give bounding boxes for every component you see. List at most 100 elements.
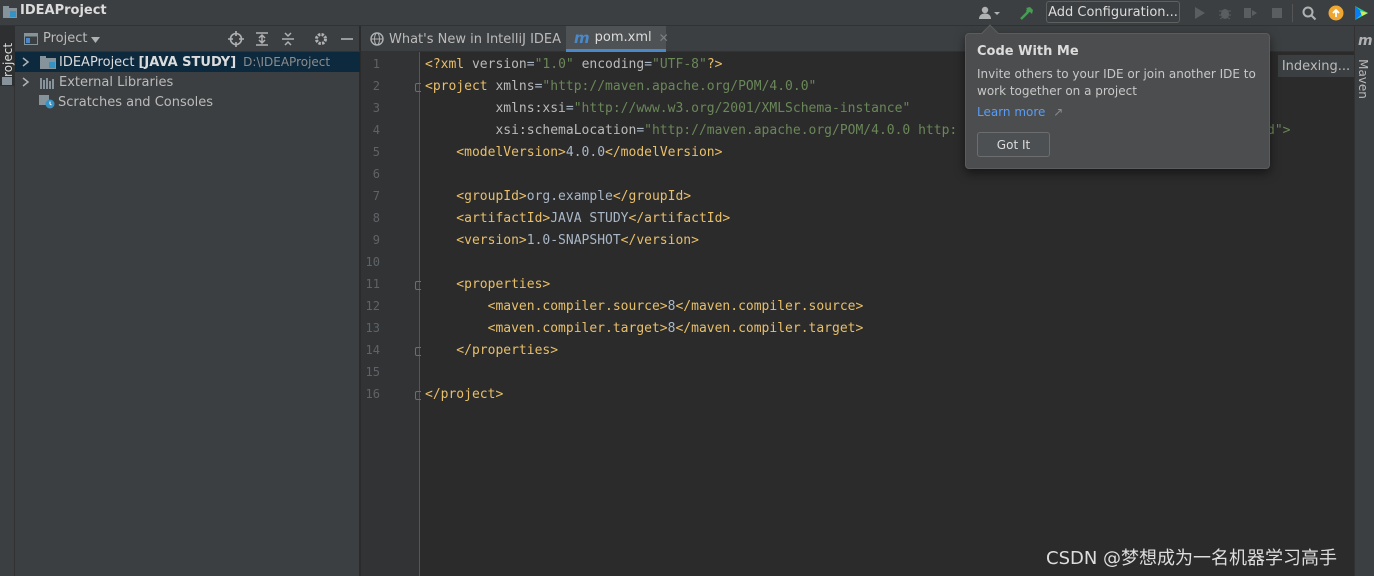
watermark: CSDN @梦想成为一名机器学习高手 <box>1046 548 1338 569</box>
code-token: </maven.compiler.target> <box>675 321 864 336</box>
project-panel-header: Project <box>15 26 360 52</box>
maven-tool-button[interactable]: Maven <box>1356 54 1370 104</box>
code-token: </maven.compiler.source> <box>675 299 864 314</box>
stop-button[interactable] <box>1267 3 1287 23</box>
toolbox-button[interactable] <box>1351 3 1371 23</box>
line-number: 3 <box>372 101 380 115</box>
updates-button[interactable] <box>1326 3 1346 23</box>
tree-item-scratches[interactable]: Scratches and Consoles <box>15 92 360 112</box>
code-line: <modelVersion>4.0.0</modelVersion> <box>425 145 722 160</box>
right-tool-stripe: m Maven <box>1354 26 1374 576</box>
toolbar-divider <box>1292 4 1293 22</box>
code-token: org.example <box>526 189 613 204</box>
code-token: <maven.compiler.source> <box>425 299 668 314</box>
line-number: 8 <box>372 211 380 225</box>
library-icon <box>40 77 54 89</box>
code-token: version <box>471 57 527 72</box>
tab-pom-xml[interactable]: m pom.xml ✕ <box>566 26 669 52</box>
popup-body: Invite others to your IDE or join anothe… <box>977 67 1256 98</box>
code-token: xsi:schemaLocation <box>425 123 637 138</box>
indexing-status: Indexing... <box>1278 55 1354 77</box>
title-bar: IDEAProject Add Configuration... <box>0 0 1374 26</box>
chevron-right-icon[interactable] <box>22 77 30 87</box>
locate-icon[interactable] <box>228 31 244 47</box>
gear-icon[interactable] <box>313 31 329 47</box>
hide-icon[interactable] <box>340 31 354 47</box>
code-with-me-popup: Code With Me Invite others to your IDE o… <box>965 24 1270 169</box>
got-it-button[interactable]: Got It <box>977 132 1050 157</box>
code-token: </properties> <box>425 343 559 358</box>
module-name: [JAVA STUDY] <box>138 54 237 70</box>
code-with-me-button[interactable] <box>976 3 1002 23</box>
code-token: "http://maven.apache.org/POM/4.0.0" <box>542 79 817 94</box>
line-number: 2 <box>372 79 380 93</box>
chevron-right-icon[interactable] <box>22 57 30 67</box>
code-line: xmlns:xsi="http://www.w3.org/2001/XMLSch… <box>425 101 910 116</box>
add-configuration-button[interactable]: Add Configuration... <box>1046 1 1180 23</box>
line-number: 10 <box>365 255 380 269</box>
tree-item-root-project[interactable]: IDEAProject [JAVA STUDY] D:\IDEAProject <box>15 52 360 72</box>
tree-item-label: IDEAProject <box>59 54 135 70</box>
module-folder-icon <box>40 55 56 69</box>
tab-whats-new[interactable]: What's New in IntelliJ IDEA <box>361 26 566 52</box>
toolbox-icon <box>1355 6 1368 20</box>
code-token: = <box>526 57 535 72</box>
project-view-dropdown[interactable]: Project <box>43 31 87 46</box>
line-number: 11 <box>365 277 380 291</box>
code-token: <version> <box>425 233 527 248</box>
search-everywhere-button[interactable] <box>1299 3 1319 23</box>
expand-all-icon[interactable] <box>254 31 270 47</box>
tree-item-external-libraries[interactable]: External Libraries <box>15 72 360 92</box>
line-number: 7 <box>372 189 380 203</box>
debug-icon <box>1219 9 1231 20</box>
code-token: JAVA STUDY <box>550 211 629 226</box>
code-token: <artifactId> <box>425 211 551 226</box>
line-number: 14 <box>365 343 380 357</box>
code-token: = <box>565 101 574 116</box>
code-line: <maven.compiler.target>8</maven.compiler… <box>425 321 864 336</box>
debug-button[interactable] <box>1215 3 1235 23</box>
code-token: <project <box>425 79 496 94</box>
line-number: 16 <box>365 387 380 401</box>
close-icon[interactable]: ✕ <box>659 31 669 45</box>
code-token: </artifactId> <box>628 211 731 226</box>
code-token: <properties> <box>425 277 551 292</box>
code-line: </project> <box>425 387 503 402</box>
stop-icon <box>1272 8 1282 18</box>
code-token: "http://maven.apache.org/POM/4.0.0 http: <box>644 123 958 138</box>
code-token: <groupId> <box>425 189 527 204</box>
code-token: <modelVersion> <box>425 145 566 160</box>
code-token: </modelVersion> <box>605 145 723 160</box>
external-link-icon: ↗ <box>1053 105 1064 119</box>
popup-title: Code With Me <box>977 44 1079 59</box>
maven-file-icon: m <box>574 28 590 47</box>
code-line: <version>1.0-SNAPSHOT</version> <box>425 233 699 248</box>
code-token: ?> <box>706 57 723 72</box>
code-token: = <box>644 57 653 72</box>
maven-icon: m <box>1358 33 1373 49</box>
code-token: xmlns <box>495 79 535 94</box>
project-view-icon <box>24 33 38 45</box>
left-tool-stripe: Project <box>0 26 15 576</box>
tab-label: pom.xml <box>594 30 652 45</box>
folder-icon <box>2 77 12 85</box>
hammer-icon <box>1020 7 1033 20</box>
line-number: 1 <box>372 57 380 71</box>
code-line-tail: d"> <box>1267 123 1291 138</box>
globe-icon <box>370 32 384 46</box>
tree-item-label: Scratches and Consoles <box>58 94 214 110</box>
code-line: <artifactId>JAVA STUDY</artifactId> <box>425 211 730 226</box>
learn-more-link[interactable]: Learn more ↗ <box>977 105 1063 119</box>
collapse-all-icon[interactable] <box>280 31 296 47</box>
code-token: "http://www.w3.org/2001/XMLSchema-instan… <box>573 101 911 116</box>
code-token: xmlns:xsi <box>425 101 566 116</box>
run-button[interactable] <box>1190 3 1210 23</box>
coverage-button[interactable] <box>1240 3 1260 23</box>
chevron-down-icon[interactable] <box>91 37 100 43</box>
code-token: </groupId> <box>612 189 692 204</box>
code-line: xsi:schemaLocation="http://maven.apache.… <box>425 123 957 138</box>
code-token: </version> <box>620 233 699 248</box>
code-token: "1.0" <box>534 57 574 72</box>
user-icon <box>979 6 1000 19</box>
build-button[interactable] <box>1016 3 1038 23</box>
